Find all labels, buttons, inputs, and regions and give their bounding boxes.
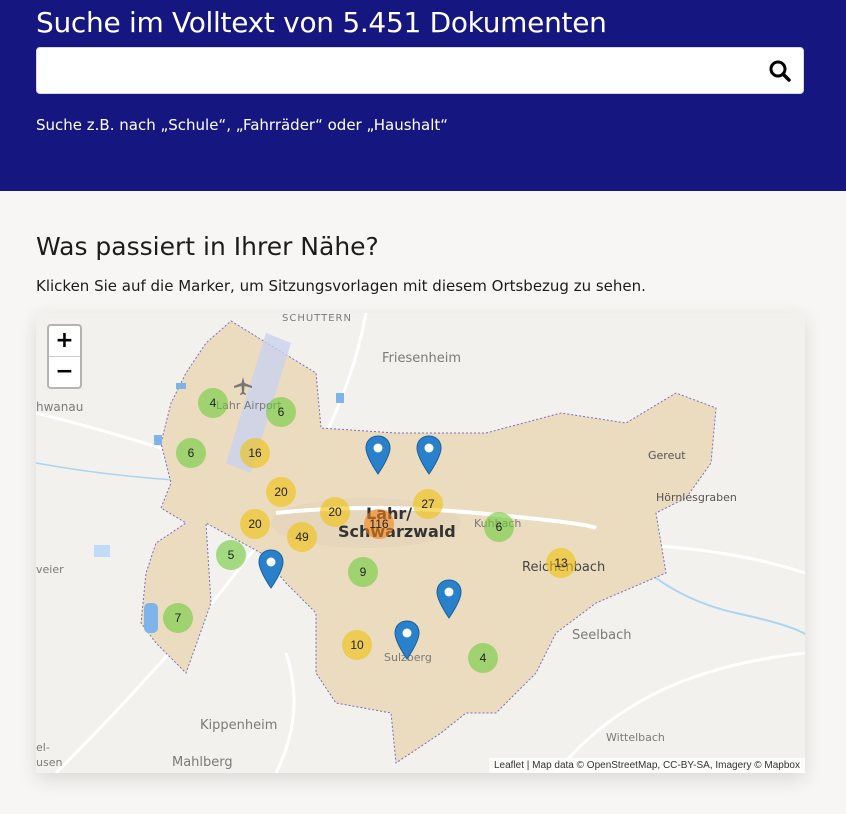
map-label-mahlberg: Mahlberg [172,755,233,770]
marker-cluster[interactable]: 6 [176,438,206,468]
marker-cluster[interactable]: 13 [546,548,576,578]
map-base-layer[interactable] [36,313,805,773]
zoom-control: + − [47,324,82,389]
search-button[interactable] [767,58,793,84]
marker-cluster[interactable]: 20 [320,497,350,527]
map-label-seelbach: Seelbach [572,628,632,643]
search-icon [769,60,791,82]
marker-cluster[interactable]: 5 [216,540,246,570]
map-label-left-usen: usen [36,756,63,769]
map-label-schwarzwald: Schwarzwald [338,522,456,541]
marker-cluster[interactable]: 116 [364,509,394,539]
map-label-kippenheim: Kippenheim [200,718,278,733]
map-label-hoernlesgraben: Hörnlesgraben [656,491,737,504]
marker-cluster[interactable]: 20 [240,509,270,539]
zoom-in-button[interactable]: + [49,326,80,356]
map-marker-icon[interactable] [365,435,391,475]
marker-cluster[interactable]: 9 [348,557,378,587]
map-marker-icon[interactable] [258,549,284,589]
marker-cluster[interactable]: 6 [266,397,296,427]
marker-cluster[interactable]: 4 [198,388,228,418]
hero-title: Suche im Volltext von 5.451 Dokumenten [36,6,607,39]
map[interactable]: SCHUTTERN Friesenheim hwanau Lahr Airpor… [36,313,805,773]
map-label-left-l: el- [36,741,50,754]
map-label-wittelbach: Wittelbach [606,731,665,744]
map-label-weier: veier [36,563,64,576]
marker-cluster[interactable]: 4 [468,643,498,673]
marker-cluster[interactable]: 10 [342,630,372,660]
map-marker-icon[interactable] [394,620,420,660]
map-attribution[interactable]: Leaflet | Map data © OpenStreetMap, CC-B… [489,758,805,773]
zoom-out-button[interactable]: − [49,356,80,387]
map-marker-icon[interactable] [416,435,442,475]
marker-cluster[interactable]: 7 [163,603,193,633]
marker-cluster[interactable]: 27 [413,489,443,519]
search-input[interactable] [49,56,753,88]
map-label-schuttern: SCHUTTERN [282,313,352,324]
airplane-icon [234,377,252,395]
search-hero: Suche im Volltext von 5.451 Dokumenten S… [0,0,846,191]
map-marker-icon[interactable] [436,579,462,619]
map-label-friesenheim: Friesenheim [382,351,462,366]
map-label-gereut: Gereut [648,449,686,462]
marker-cluster[interactable]: 6 [484,512,514,542]
search-box[interactable] [36,47,804,94]
marker-cluster[interactable]: 16 [240,438,270,468]
section-subtitle: Klicken Sie auf die Marker, um Sitzungsv… [36,277,646,295]
marker-cluster[interactable]: 20 [266,477,296,507]
marker-cluster[interactable]: 49 [287,522,317,552]
section-title: Was passiert in Ihrer Nähe? [36,232,379,261]
map-label-schwanau: hwanau [36,400,84,414]
search-hint: Suche z.B. nach „Schule“, „Fahrräder“ od… [36,116,449,134]
